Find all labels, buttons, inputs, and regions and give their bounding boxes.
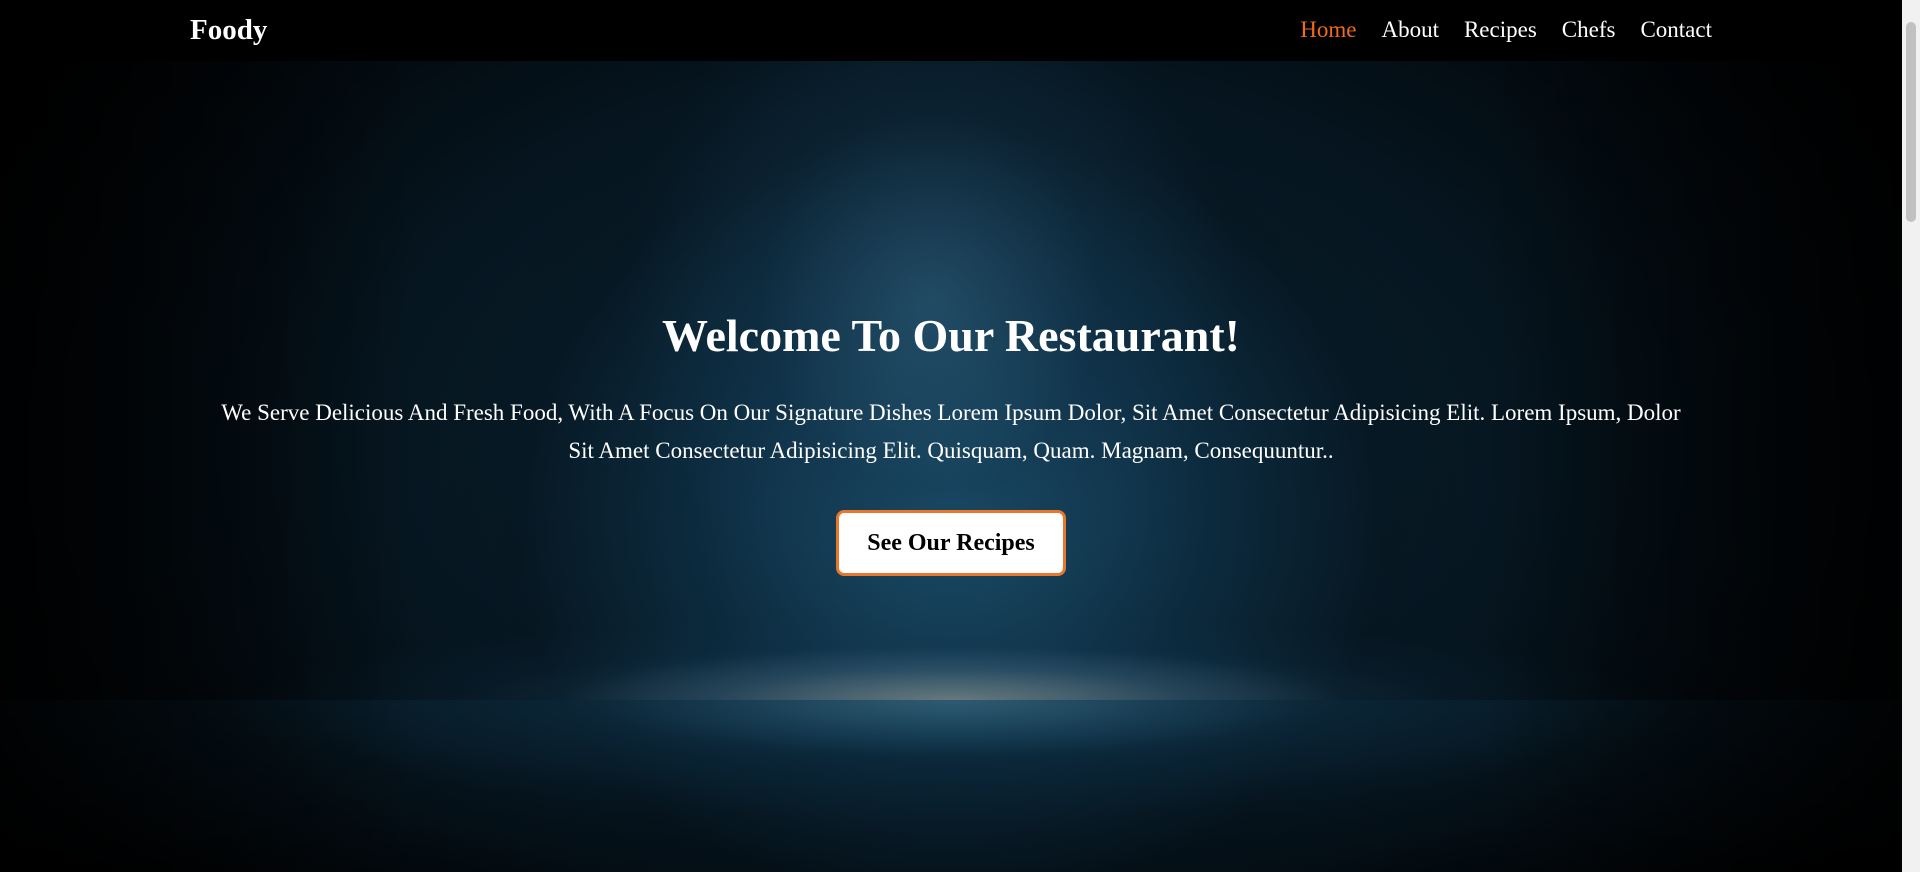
brand-logo[interactable]: Foody [190, 12, 267, 48]
nav-links: Home About Recipes Chefs Contact [1300, 14, 1712, 46]
nav-link-about[interactable]: About [1381, 17, 1439, 42]
nav-item-contact: Contact [1640, 14, 1712, 46]
see-recipes-button[interactable]: See Our Recipes [836, 510, 1066, 576]
nav-link-contact[interactable]: Contact [1640, 17, 1712, 42]
page: Foody Home About Recipes Chefs Contact W… [0, 0, 1920, 872]
nav-link-home[interactable]: Home [1300, 17, 1356, 42]
hero-description: We Serve Delicious And Fresh Food, With … [221, 400, 1681, 463]
nav-item-about: About [1381, 14, 1439, 46]
scrollbar-thumb[interactable] [1906, 22, 1916, 222]
vertical-scrollbar[interactable] [1902, 0, 1920, 872]
navbar: Foody Home About Recipes Chefs Contact [0, 0, 1902, 61]
hero-floor-glow [0, 700, 1902, 872]
nav-item-home: Home [1300, 14, 1356, 46]
nav-item-chefs: Chefs [1562, 14, 1616, 46]
nav-link-recipes[interactable]: Recipes [1464, 17, 1537, 42]
nav-item-recipes: Recipes [1464, 14, 1537, 46]
nav-link-chefs[interactable]: Chefs [1562, 17, 1616, 42]
hero-title: Welcome To Our Restaurant! [662, 310, 1240, 361]
hero-section: Welcome To Our Restaurant! We Serve Deli… [200, 300, 1702, 576]
